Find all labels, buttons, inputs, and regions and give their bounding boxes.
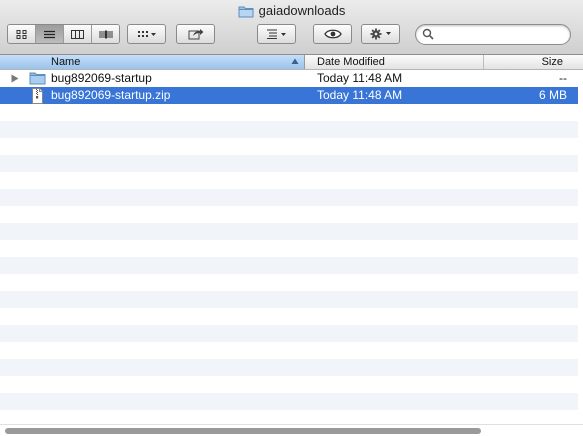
sort-ascending-icon (291, 58, 299, 64)
quick-look-button[interactable] (313, 24, 352, 44)
empty-row (0, 291, 583, 308)
empty-row (0, 325, 583, 342)
window-toolbar: gaiadownloads (0, 0, 583, 55)
column-header-name[interactable]: Name (0, 55, 305, 69)
disclosure-triangle-icon[interactable] (11, 74, 19, 83)
empty-row (0, 308, 583, 325)
empty-row (0, 274, 583, 291)
arrange-by-button[interactable] (257, 24, 296, 44)
column-view-button[interactable] (64, 25, 92, 43)
column-header-size[interactable]: Size (484, 55, 583, 69)
list-view-button[interactable] (36, 25, 64, 43)
window-title-text: gaiadownloads (258, 3, 346, 18)
search-field[interactable] (415, 24, 571, 45)
icon-view-button[interactable] (8, 25, 36, 43)
column-name-label: Name (51, 56, 81, 68)
arrange-grid-icon (137, 30, 156, 37)
coverflow-view-button[interactable] (92, 25, 119, 43)
empty-row (0, 410, 583, 424)
search-input[interactable] (438, 27, 568, 44)
folder-icon (29, 72, 46, 85)
folder-icon (238, 5, 254, 21)
arrange-button[interactable] (127, 24, 166, 44)
empty-row (0, 104, 583, 121)
empty-row (0, 189, 583, 206)
arrange-list-icon (266, 29, 286, 39)
share-icon (188, 29, 203, 40)
file-size: 6 MB (538, 88, 567, 102)
file-row[interactable]: bug892069-startup Today 11:48 AM -- (0, 70, 583, 87)
eye-icon (323, 29, 342, 39)
empty-row (0, 223, 583, 240)
scrollbar-thumb[interactable] (5, 428, 481, 434)
empty-row (0, 155, 583, 172)
empty-row (0, 393, 583, 410)
gear-icon (370, 28, 391, 40)
list-icon (44, 30, 55, 38)
empty-row (0, 359, 583, 376)
column-header-date[interactable]: Date Modified (305, 55, 484, 69)
coverflow-icon (99, 30, 112, 38)
column-header: Name Date Modified Size (0, 55, 583, 70)
empty-row (0, 376, 583, 393)
right-edge (578, 70, 583, 424)
empty-row (0, 206, 583, 223)
column-date-label: Date Modified (317, 56, 385, 68)
magnifier-icon (422, 28, 434, 40)
empty-row (0, 257, 583, 274)
column-size-label: Size (541, 56, 563, 68)
empty-row (0, 240, 583, 257)
file-date: Today 11:48 AM (317, 88, 403, 102)
file-row-selected[interactable]: bug892069-startup.zip Today 11:48 AM 6 M… (0, 87, 583, 104)
file-list[interactable]: bug892069-startup Today 11:48 AM -- bug8… (0, 70, 583, 424)
empty-row (0, 138, 583, 155)
window-title: gaiadownloads (0, 3, 583, 21)
action-button[interactable] (361, 24, 400, 44)
grid-icon (16, 29, 27, 39)
empty-row (0, 342, 583, 359)
empty-row (0, 172, 583, 189)
file-size: -- (559, 71, 567, 85)
view-mode-control (7, 24, 120, 44)
share-button[interactable] (176, 24, 215, 44)
zip-file-icon (32, 88, 43, 104)
empty-row (0, 121, 583, 138)
columns-icon (71, 29, 84, 39)
horizontal-scrollbar[interactable] (0, 424, 583, 436)
file-date: Today 11:48 AM (317, 71, 403, 85)
file-name: bug892069-startup (51, 71, 152, 85)
file-name: bug892069-startup.zip (51, 88, 171, 102)
